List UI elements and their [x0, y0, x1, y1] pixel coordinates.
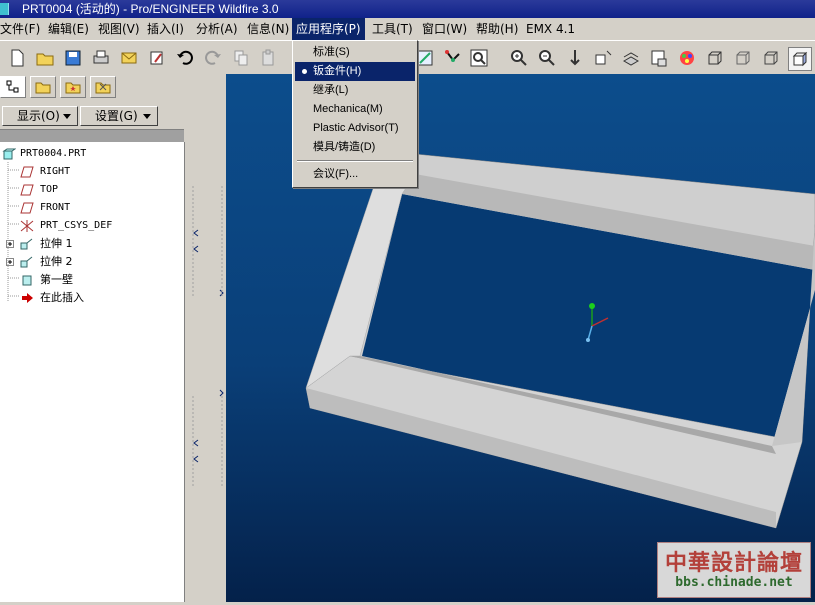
- no-hidden-icon[interactable]: [760, 47, 782, 69]
- model-tree-tab-icon[interactable]: [0, 76, 26, 98]
- chevron-down-icon: [63, 114, 71, 119]
- menu-view[interactable]: 视图(V): [94, 18, 144, 40]
- menu-item-conference[interactable]: 会议(F)...: [295, 165, 415, 184]
- menu-help[interactable]: 帮助(H): [472, 18, 522, 40]
- menu-applications[interactable]: 应用程序(P): [292, 18, 365, 40]
- reorient-icon[interactable]: [592, 47, 614, 69]
- save-icon[interactable]: [62, 47, 84, 69]
- csys-y-marker: [589, 303, 595, 309]
- favorites-tab-icon[interactable]: [60, 76, 86, 98]
- folder-browser-tab-icon[interactable]: [30, 76, 56, 98]
- menu-item-sheetmetal-label: 钣金件(H): [313, 65, 362, 77]
- zoom-in-icon[interactable]: [508, 47, 530, 69]
- wireframe-icon[interactable]: [704, 47, 726, 69]
- menu-item-mold-casting[interactable]: 模具/铸造(D): [295, 138, 415, 157]
- paste-icon[interactable]: [258, 47, 280, 69]
- open-folder-icon[interactable]: [34, 47, 56, 69]
- csys-z-marker: [586, 338, 590, 342]
- menu-item-standard[interactable]: 标准(S): [295, 43, 415, 62]
- menu-window[interactable]: 窗口(W): [418, 18, 471, 40]
- menu-item-plastic-advisor[interactable]: Plastic Advisor(T): [295, 119, 415, 138]
- model-tree: PRT0004.PRT RIGHT TOP FRONT PRT_CSYS_DEF…: [0, 142, 185, 602]
- navigator-tabs: [0, 74, 188, 100]
- shading-icon[interactable]: [788, 47, 812, 71]
- email-icon[interactable]: [118, 47, 140, 69]
- settings-dropdown[interactable]: 设置(G): [80, 106, 158, 126]
- redo-icon[interactable]: [202, 47, 224, 69]
- print-icon[interactable]: [90, 47, 112, 69]
- menu-file[interactable]: 文件(F): [0, 18, 44, 40]
- menu-separator: [297, 160, 413, 162]
- app-icon: [0, 3, 9, 15]
- menu-item-inheritance[interactable]: 继承(L): [295, 81, 415, 100]
- menu-analysis[interactable]: 分析(A): [192, 18, 242, 40]
- undo-icon[interactable]: [174, 47, 196, 69]
- menu-edit[interactable]: 编辑(E): [44, 18, 93, 40]
- menu-item-sheetmetal[interactable]: 钣金件(H): [295, 62, 415, 81]
- watermark-url: bbs.chinade.net: [675, 575, 793, 590]
- show-label: 显示(O): [17, 109, 60, 123]
- window-title: PRT0004 (活动的) - Pro/ENGINEER Wildfire 3.…: [22, 2, 279, 16]
- menu-info[interactable]: 信息(N): [243, 18, 293, 40]
- zoom-out-icon[interactable]: [536, 47, 558, 69]
- settings-label: 设置(G): [95, 109, 138, 123]
- splitter-handles: [192, 186, 224, 486]
- menu-emx[interactable]: EMX 4.1: [522, 18, 579, 40]
- applications-menu: 标准(S) 钣金件(H) 继承(L) Mechanica(M) Plastic …: [292, 40, 418, 188]
- datum-axis-icon[interactable]: [442, 47, 464, 69]
- regenerate-icon[interactable]: [146, 47, 168, 69]
- tree-connector-lines: [7, 162, 20, 302]
- new-file-icon[interactable]: [6, 47, 28, 69]
- tree-header: [0, 129, 184, 142]
- chevron-down-icon: [143, 114, 151, 119]
- menu-insert[interactable]: 插入(I): [143, 18, 188, 40]
- show-dropdown[interactable]: 显示(O): [2, 106, 78, 126]
- saved-views-icon[interactable]: [620, 47, 642, 69]
- hidden-line-icon[interactable]: [732, 47, 754, 69]
- panel-splitter[interactable]: [188, 74, 226, 602]
- navigator-panel: 显示(O) 设置(G) PRT0004.PRT RIGHT TOP FRONT …: [0, 74, 188, 602]
- menu-tools[interactable]: 工具(T): [368, 18, 417, 40]
- refit-icon[interactable]: [564, 47, 586, 69]
- menu-bar: 文件(F) 编辑(E) 视图(V) 插入(I) 分析(A) 信息(N) 应用程序…: [0, 18, 815, 40]
- selected-bullet-icon: [302, 69, 307, 74]
- title-bar: PRT0004 (活动的) - Pro/ENGINEER Wildfire 3.…: [0, 0, 815, 18]
- appearance-icon[interactable]: [676, 47, 698, 69]
- menu-item-mechanica[interactable]: Mechanica(M): [295, 100, 415, 119]
- watermark-title: 中華設計論壇: [664, 550, 803, 576]
- copy-icon[interactable]: [230, 47, 252, 69]
- layers-icon[interactable]: [648, 47, 670, 69]
- connections-tab-icon[interactable]: [90, 76, 116, 98]
- zoom-window-icon[interactable]: [468, 47, 490, 69]
- site-watermark: 中華設計論壇 bbs.chinade.net: [657, 542, 811, 598]
